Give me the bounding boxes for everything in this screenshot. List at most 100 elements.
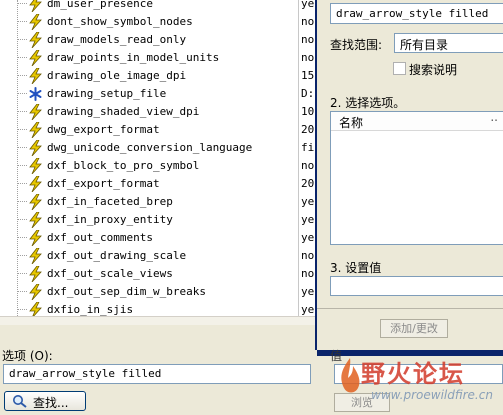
lightning-icon [28,49,43,67]
tree-branch [18,75,27,76]
horizontal-scrollbar[interactable] [0,316,315,325]
results-column-description[interactable]: .. [490,110,498,124]
panel-divider [317,308,503,309]
option-row[interactable]: drawing_shaded_view_dpi [0,103,298,121]
option-value: no [301,159,315,172]
option-row[interactable]: dxf_in_faceted_brep [0,193,298,211]
value-input[interactable] [330,276,503,296]
option-row[interactable]: drawing_ole_image_dpi [0,67,298,85]
option-name: dwg_export_format [47,123,160,136]
option-row[interactable]: dwg_export_format [0,121,298,139]
option-row[interactable]: dxf_out_comments [0,229,298,247]
scope-select[interactable]: 所有目录 [394,33,503,53]
option-value: D: [301,87,315,100]
options-value-column: ye no no no 15 D: 10 20 fi no 20 ye ye ye no no ye ye [298,0,316,316]
option-name: dxf_export_format [47,177,160,190]
option-value: no [301,51,315,64]
option-label: 选项 (O): [2,349,53,363]
option-name: dxf_out_sep_dim_w_breaks [47,285,206,298]
option-row[interactable]: dxf_export_format [0,175,298,193]
search-description-checkbox[interactable] [393,62,406,75]
lightning-icon [28,247,43,265]
lightning-icon [28,283,43,301]
results-list[interactable]: 名称 .. [330,110,503,245]
search-input[interactable]: draw_arrow_style filled [330,3,503,24]
option-row[interactable]: dxf_block_to_pro_symbol [0,157,298,175]
step3-label: 3. 设置值 [330,261,382,275]
option-value: 15 [301,69,315,82]
asterisk-icon [28,86,43,102]
search-input-value: draw_arrow_style filled [336,7,489,20]
option-row[interactable]: dxf_out_drawing_scale [0,247,298,265]
lightning-icon [28,229,43,247]
lightning-icon [28,31,43,49]
tree-branch [18,273,27,274]
option-name: dxf_in_faceted_brep [47,195,173,208]
option-name: dwg_unicode_conversion_language [47,141,253,154]
option-name: drawing_ole_image_dpi [47,69,187,82]
lightning-icon [28,103,43,121]
option-name: dxf_out_drawing_scale [47,249,187,262]
panel-bottom-border [317,350,503,356]
lightning-icon [28,157,43,175]
tree-branch [18,57,27,58]
option-input-value: draw_arrow_style filled [9,367,162,380]
tree-branch [18,129,27,130]
option-row[interactable]: dxf_out_scale_views [0,265,298,283]
value-label: 值 [330,349,343,363]
option-value: ye [301,231,315,244]
option-value: ye [301,285,315,298]
search-panel: draw_arrow_style filled 查找范围: 所有目录 搜索说明 … [315,0,503,350]
tree-branch [18,309,27,310]
option-input[interactable]: draw_arrow_style filled [3,364,311,384]
option-row[interactable]: dont_show_symbol_nodes [0,13,298,31]
option-name: draw_models_read_only [47,33,187,46]
lightning-icon [28,301,43,316]
option-value: ye [301,213,315,226]
option-name: dont_show_symbol_nodes [47,15,193,28]
add-change-button[interactable]: 添加/更改 [380,319,448,338]
option-name: draw_points_in_model_units [47,51,220,64]
option-row[interactable]: dxfio_in_sjis [0,301,298,316]
option-name: dm_user_presence [47,0,153,10]
tree-branch [18,111,27,112]
tree-branch [18,21,27,22]
browse-button[interactable]: 浏览 [334,393,390,412]
tree-branch [18,201,27,202]
lightning-icon [28,13,43,31]
find-button-label: 查找... [33,396,69,410]
option-row[interactable]: dxf_in_proxy_entity [0,211,298,229]
search-description-label: 搜索说明 [409,63,458,77]
option-row[interactable]: drawing_setup_file [0,85,298,103]
option-name: dxfio_in_sjis [47,303,134,316]
value-input-secondary[interactable] [334,364,503,384]
option-name: dxf_in_proxy_entity [47,213,173,226]
option-value: ye [301,195,315,208]
option-name: drawing_shaded_view_dpi [47,105,200,118]
find-button[interactable]: 查找... [4,391,86,411]
option-row[interactable]: dm_user_presence [0,0,298,13]
option-row[interactable]: draw_models_read_only [0,31,298,49]
option-row[interactable]: dwg_unicode_conversion_language [0,139,298,157]
tree-branch [18,93,27,94]
magnifier-icon [13,395,27,408]
tree-branch [18,237,27,238]
tree-branch [18,255,27,256]
option-name: dxf_out_comments [47,231,153,244]
options-list[interactable]: dm_user_presence dont_show_symbol_nodesdr… [0,0,298,316]
tree-branch [18,165,27,166]
option-row[interactable]: draw_points_in_model_units [0,49,298,67]
lightning-icon [28,139,43,157]
option-value: 10 [301,105,315,118]
option-row[interactable]: dxf_out_sep_dim_w_breaks [0,283,298,301]
option-value: 20 [301,177,315,190]
option-value: no [301,249,315,262]
tree-branch [18,219,27,220]
tree-branch [18,183,27,184]
tree-branch [18,39,27,40]
step2-label: 2. 选择选项。 [330,96,406,110]
lightning-icon [28,121,43,139]
lightning-icon [28,193,43,211]
lightning-icon [28,265,43,283]
results-column-name[interactable]: 名称 [339,114,363,131]
